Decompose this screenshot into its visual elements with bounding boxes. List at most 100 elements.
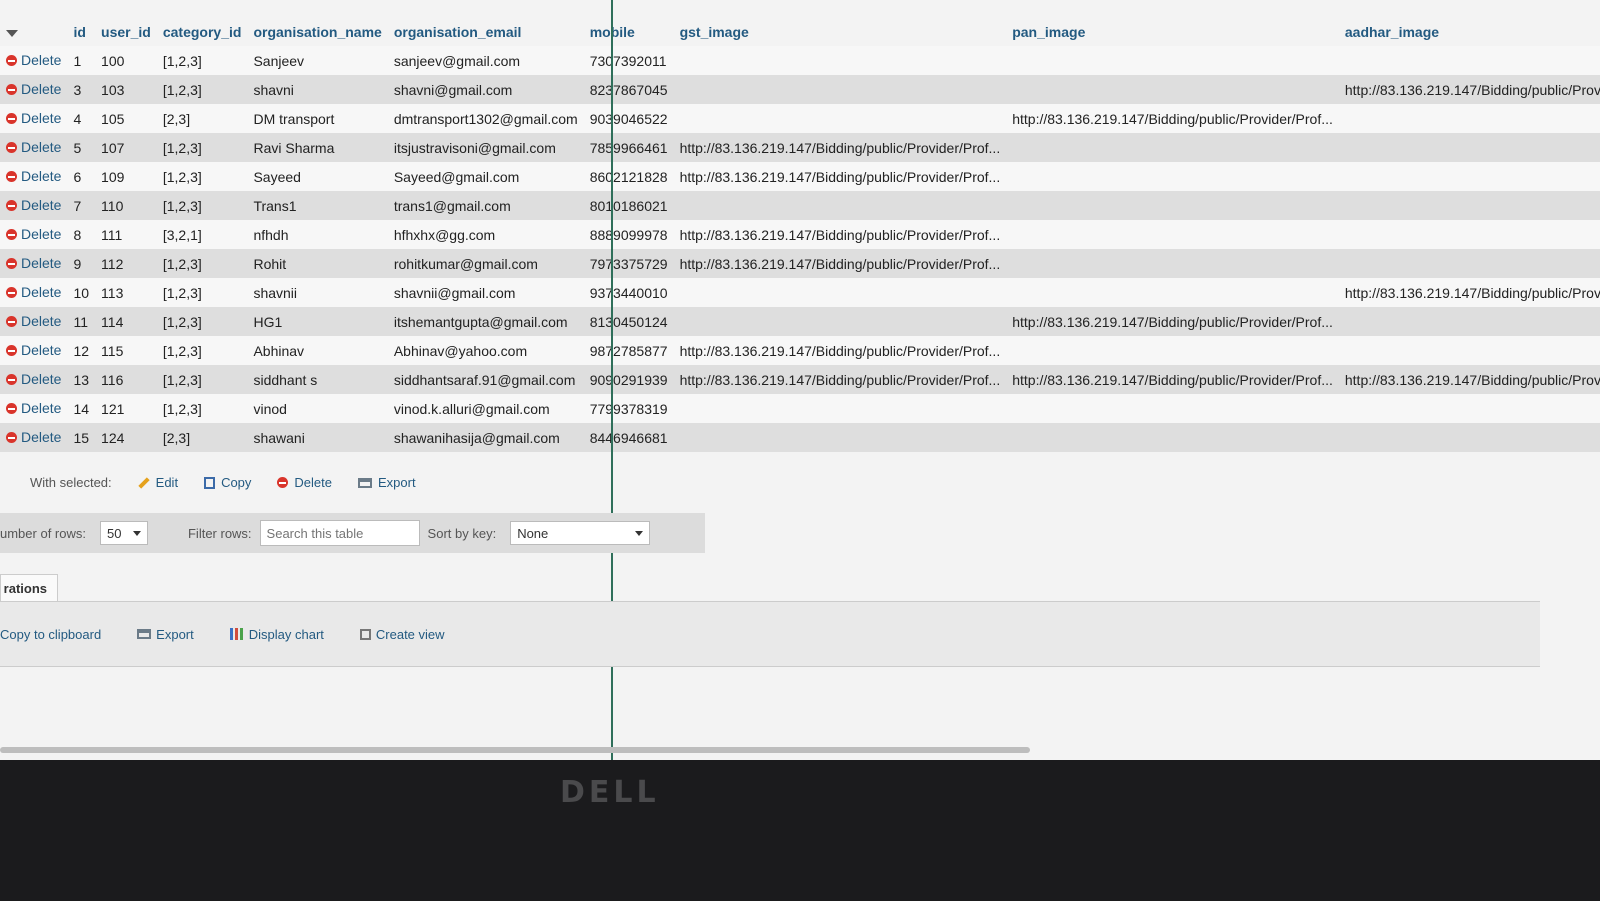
column-header-user-id[interactable]: user_id [95,14,157,46]
cell-id[interactable]: 11 [67,307,96,336]
cell-organisation-email[interactable]: siddhantsaraf.91@gmail.com [387,365,584,394]
cell-organisation-email[interactable]: shawanihasija@gmail.com [387,423,584,452]
cell-category-id[interactable]: [1,2,3] [156,162,248,191]
export-link[interactable]: Export [137,627,194,642]
row-delete-button[interactable]: Delete [6,110,61,126]
table-row[interactable]: Delete 13 116 [1,2,3] siddhant s siddhantsara… [0,365,1600,394]
column-header-mobile[interactable]: mobile [583,14,674,46]
cell-id[interactable]: 14 [67,394,96,423]
column-header-category-id[interactable]: category_id [156,14,248,46]
table-row[interactable]: Delete 9 112 [1,2,3] Rohit rohitkumar@gmail.c… [0,249,1600,278]
cell-category-id[interactable]: [1,2,3] [156,46,248,75]
cell-organisation-name[interactable]: Abhinav [247,336,388,365]
cell-aadhar-image[interactable] [1338,191,1600,220]
row-delete-button[interactable]: Delete [6,197,61,213]
table-row[interactable]: Delete 6 109 [1,2,3] Sayeed Sayeed@gmail.com 8… [0,162,1600,191]
cell-aadhar-image[interactable] [1338,162,1600,191]
cell-organisation-name[interactable]: shawani [247,423,388,452]
cell-organisation-name[interactable]: Sanjeev [247,46,388,75]
table-row[interactable]: Delete 8 111 [3,2,1] nfhdh hfhxhx@gg.com 88890… [0,220,1600,249]
cell-mobile[interactable]: 9872785877 [583,336,674,365]
sort-desc-icon[interactable] [6,29,18,37]
cell-mobile[interactable]: 8446946681 [583,423,674,452]
column-header-organisation-email[interactable]: organisation_email [387,14,584,46]
cell-category-id[interactable]: [1,2,3] [156,394,248,423]
cell-gst-image[interactable]: http://83.136.219.147/Bidding/public/Pro… [673,220,1007,249]
cell-pan-image[interactable] [1006,278,1339,307]
cell-mobile[interactable]: 8130450124 [583,307,674,336]
cell-category-id[interactable]: [1,2,3] [156,249,248,278]
cell-aadhar-image[interactable] [1338,249,1600,278]
cell-organisation-email[interactable]: rohitkumar@gmail.com [387,249,584,278]
table-row[interactable]: Delete 10 113 [1,2,3] shavnii shavnii@gmail.c… [0,278,1600,307]
cell-pan-image[interactable]: http://83.136.219.147/Bidding/public/Pro… [1006,365,1339,394]
cell-category-id[interactable]: [3,2,1] [156,220,248,249]
cell-id[interactable]: 5 [67,133,96,162]
row-delete-button[interactable]: Delete [6,429,61,445]
cell-category-id[interactable]: [1,2,3] [156,191,248,220]
cell-pan-image[interactable] [1006,162,1339,191]
cell-category-id[interactable]: [1,2,3] [156,75,248,104]
row-delete-button[interactable]: Delete [6,168,61,184]
cell-aadhar-image[interactable] [1338,133,1600,162]
cell-gst-image[interactable]: http://83.136.219.147/Bidding/public/Pro… [673,336,1007,365]
table-row[interactable]: Delete 12 115 [1,2,3] Abhinav Abhinav@yahoo.c… [0,336,1600,365]
cell-id[interactable]: 13 [67,365,96,394]
filter-rows-input[interactable] [259,520,420,546]
cell-organisation-email[interactable]: dmtransport1302@gmail.com [387,104,584,133]
cell-mobile[interactable]: 9090291939 [583,365,674,394]
cell-organisation-name[interactable]: Rohit [247,249,388,278]
cell-organisation-email[interactable]: Abhinav@yahoo.com [387,336,584,365]
cell-organisation-email[interactable]: Sayeed@gmail.com [387,162,584,191]
column-header-id[interactable]: id [67,14,96,46]
column-header-organisation-name[interactable]: organisation_name [247,14,388,46]
cell-id[interactable]: 6 [67,162,96,191]
cell-category-id[interactable]: [2,3] [156,423,248,452]
display-chart-link[interactable]: Display chart [229,627,324,642]
cell-category-id[interactable]: [1,2,3] [156,336,248,365]
cell-category-id[interactable]: [1,2,3] [156,133,248,162]
row-delete-button[interactable]: Delete [6,139,61,155]
cell-gst-image[interactable] [673,46,1007,75]
cell-id[interactable]: 9 [67,249,96,278]
cell-aadhar-image[interactable]: http://83.136.219.147/Bidding/public/Pro… [1338,365,1600,394]
row-delete-button[interactable]: Delete [6,313,61,329]
sort-by-key-select[interactable]: None [510,521,651,545]
cell-category-id[interactable]: [1,2,3] [156,365,248,394]
row-delete-button[interactable]: Delete [6,255,61,271]
cell-organisation-email[interactable]: sanjeev@gmail.com [387,46,584,75]
bulk-edit-button[interactable]: Edit [137,475,178,490]
cell-user-id[interactable]: 114 [95,307,157,336]
bulk-copy-button[interactable]: Copy [204,475,251,490]
cell-organisation-email[interactable]: hfhxhx@gg.com [387,220,584,249]
cell-mobile[interactable]: 8602121828 [583,162,674,191]
cell-mobile[interactable]: 9373440010 [583,278,674,307]
cell-gst-image[interactable] [673,75,1007,104]
cell-id[interactable]: 10 [67,278,96,307]
cell-gst-image[interactable] [673,278,1007,307]
query-results-operations-tab[interactable]: rations [0,574,58,602]
cell-aadhar-image[interactable] [1338,336,1600,365]
bulk-delete-button[interactable]: Delete [277,475,332,490]
cell-organisation-email[interactable]: itsjustravisoni@gmail.com [387,133,584,162]
cell-aadhar-image[interactable] [1338,307,1600,336]
cell-pan-image[interactable] [1006,75,1339,104]
cell-organisation-name[interactable]: Trans1 [247,191,388,220]
cell-mobile[interactable]: 7859966461 [583,133,674,162]
cell-user-id[interactable]: 115 [95,336,157,365]
row-delete-button[interactable]: Delete [6,371,61,387]
cell-mobile[interactable]: 8889099978 [583,220,674,249]
cell-id[interactable]: 15 [67,423,96,452]
cell-aadhar-image[interactable]: http://83.136.219.147/Bidding/public/Pro… [1338,75,1600,104]
cell-user-id[interactable]: 109 [95,162,157,191]
cell-user-id[interactable]: 111 [95,220,157,249]
cell-mobile[interactable]: 9039046522 [583,104,674,133]
table-row[interactable]: Delete 5 107 [1,2,3] Ravi Sharma itsjustravis… [0,133,1600,162]
table-row[interactable]: Delete 1 100 [1,2,3] Sanjeev sanjeev@gmail.co… [0,46,1600,75]
cell-organisation-name[interactable]: HG1 [247,307,388,336]
column-header-aadhar-image[interactable]: aadhar_image [1338,14,1600,46]
cell-organisation-name[interactable]: Sayeed [247,162,388,191]
cell-pan-image[interactable] [1006,394,1339,423]
cell-gst-image[interactable]: http://83.136.219.147/Bidding/public/Pro… [673,249,1007,278]
cell-mobile[interactable]: 8010186021 [583,191,674,220]
